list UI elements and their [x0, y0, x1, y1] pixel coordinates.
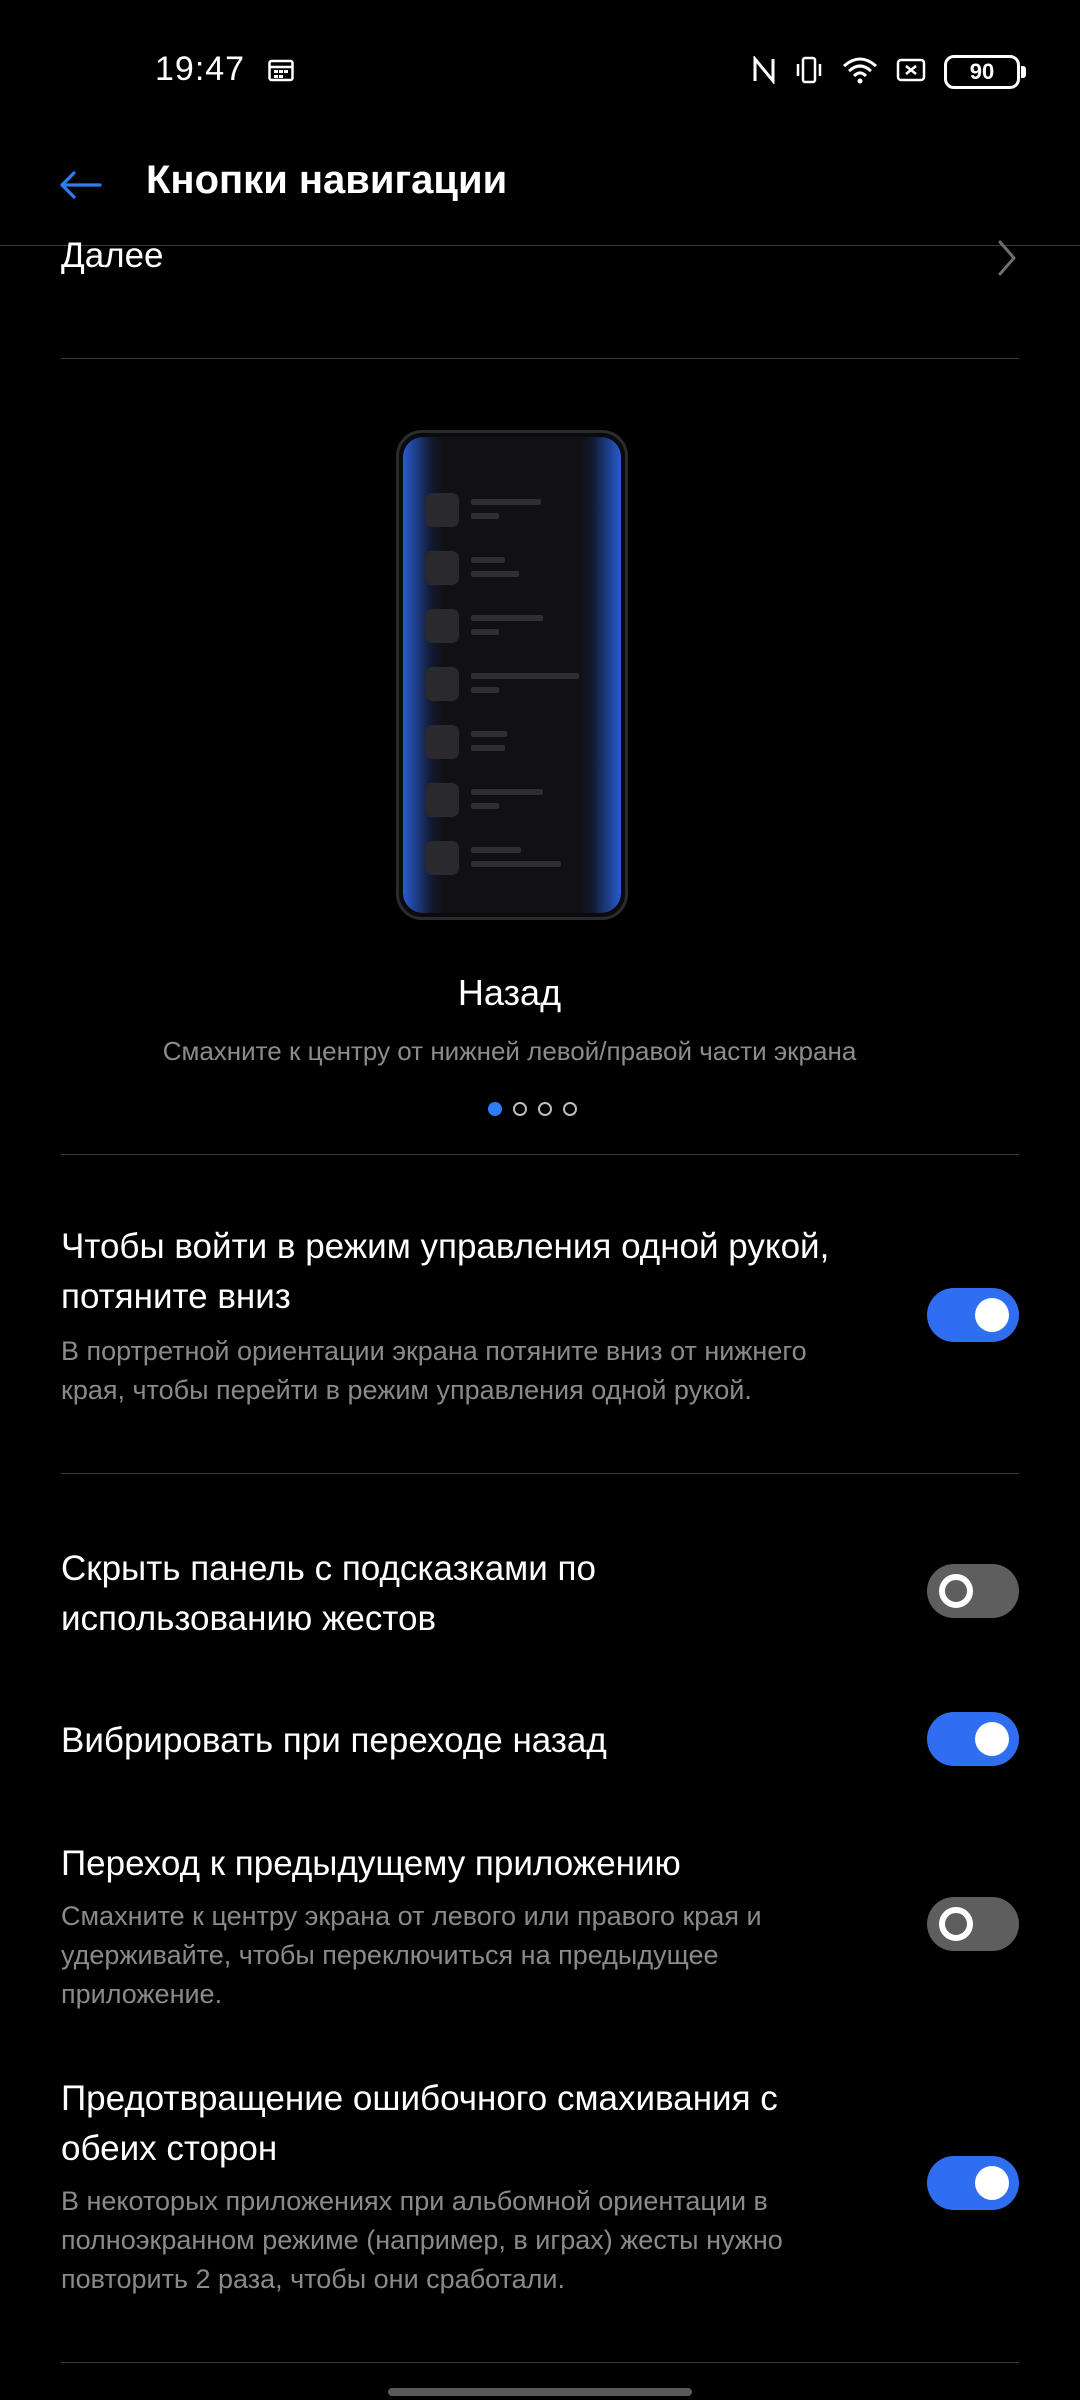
toggle-switch[interactable] — [927, 1564, 1019, 1618]
nfc-icon — [752, 54, 776, 89]
battery-level: 90 — [969, 59, 995, 84]
carousel-title: Назад — [457, 972, 562, 1013]
carousel-pager[interactable] — [488, 1102, 577, 1116]
pager-dot-3[interactable] — [538, 1102, 552, 1116]
back-button[interactable] — [50, 155, 110, 215]
setting-title: Предотвращение ошибочного смахивания с о… — [61, 2079, 778, 2168]
divider — [61, 1473, 1019, 1474]
setting-one-hand-mode[interactable]: Чтобы войти в режим управления одной рук… — [0, 1222, 1080, 1412]
setting-prevent-accidental-swipe[interactable]: Предотвращение ошибочного смахивания с о… — [0, 2074, 1080, 2304]
toggle-switch[interactable] — [927, 1712, 1019, 1766]
setting-hide-gesture-bar[interactable]: Скрыть панель с подсказками по использов… — [0, 1544, 1080, 1654]
page-title: Кнопки навигации — [146, 158, 508, 202]
setting-title: Скрыть панель с подсказками по использов… — [61, 1549, 596, 1638]
toggle-switch[interactable] — [927, 1897, 1019, 1951]
pager-dot-4[interactable] — [563, 1102, 577, 1116]
next-row-label: Далее — [61, 236, 164, 275]
pager-dot-2[interactable] — [513, 1102, 527, 1116]
home-indicator[interactable] — [388, 2388, 692, 2396]
divider — [61, 1154, 1019, 1155]
next-row[interactable]: Далее — [0, 236, 1080, 306]
battery-icon: 90 — [944, 55, 1026, 89]
back-arrow-icon — [60, 171, 102, 199]
toggle-switch[interactable] — [927, 2156, 1019, 2210]
carousel-subtitle: Смахните к центру от нижней левой/правой… — [162, 1036, 857, 1066]
setting-description: Смахните к центру экрана от левого или п… — [61, 1901, 762, 2009]
calendar-icon — [268, 58, 294, 87]
chevron-right-icon — [996, 238, 1018, 283]
setting-title: Переход к предыдущему приложению — [61, 1844, 681, 1883]
gesture-illustration — [396, 430, 628, 920]
setting-previous-app[interactable]: Переход к предыдущему приложению Смахнит… — [0, 1839, 1080, 2019]
status-icons: 90 — [752, 52, 1026, 92]
screen-record-icon — [896, 57, 926, 88]
setting-title: Вибрировать при переходе назад — [61, 1721, 607, 1760]
setting-description: В некоторых приложениях при альбомной ор… — [61, 2186, 783, 2294]
vibrate-icon — [794, 55, 824, 90]
setting-description: В портретной ориентации экрана потяните … — [61, 1336, 807, 1405]
pager-dot-1[interactable] — [488, 1102, 502, 1116]
setting-title: Чтобы войти в режим управления одной рук… — [61, 1227, 830, 1316]
wifi-icon — [842, 56, 878, 89]
divider — [61, 358, 1019, 359]
setting-vibrate-on-back[interactable]: Вибрировать при переходе назад — [0, 1712, 1080, 1776]
status-time: 19:47 — [155, 50, 246, 88]
divider — [61, 2362, 1019, 2363]
toggle-switch[interactable] — [927, 1288, 1019, 1342]
